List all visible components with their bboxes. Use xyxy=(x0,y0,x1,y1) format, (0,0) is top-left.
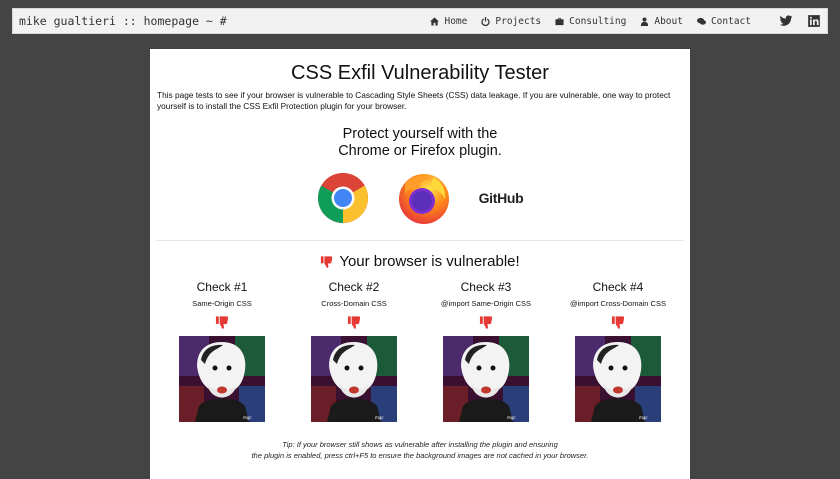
github-label: GitHub xyxy=(478,190,524,206)
navbar: mike gualtieri :: homepage ~ # Home Proj… xyxy=(12,8,828,34)
status-text: Your browser is vulnerable! xyxy=(339,253,520,270)
thumbs-down-icon xyxy=(215,316,228,329)
vulnerability-status: Your browser is vulnerable! xyxy=(156,253,684,270)
firefox-plugin-link[interactable] xyxy=(397,171,451,225)
check-title: Check #2 xyxy=(328,280,380,294)
intro-text: This page tests to see if your browser i… xyxy=(157,90,671,111)
nav-about-label: About xyxy=(654,15,683,27)
user-icon xyxy=(641,16,649,26)
thumbs-down-icon xyxy=(347,316,360,329)
home-icon xyxy=(430,16,440,26)
check-title: Check #4 xyxy=(592,280,644,294)
plugin-links: GitHub xyxy=(156,170,684,226)
nav-projects[interactable]: Projects xyxy=(481,16,541,27)
thumbs-down-icon xyxy=(321,255,333,268)
svg-text:mgc: mgc xyxy=(507,415,516,420)
protect-line-1: Protect yourself with the xyxy=(342,126,498,142)
nav-home[interactable]: Home xyxy=(430,16,467,27)
site-brand[interactable]: mike gualtieri :: homepage ~ # xyxy=(19,14,227,28)
tip-text: Tip: If your browser still shows as vuln… xyxy=(156,440,684,461)
check-subtitle: Same-Origin CSS xyxy=(192,299,252,308)
linkedin-icon[interactable] xyxy=(807,14,821,28)
nav-consulting[interactable]: Consulting xyxy=(555,16,626,27)
twitter-icon[interactable] xyxy=(779,14,793,28)
power-icon xyxy=(481,16,490,26)
github-link[interactable]: GitHub xyxy=(479,190,524,206)
nav-menu: Home Projects Consulting About Contact xyxy=(430,9,827,33)
svg-text:mgc: mgc xyxy=(243,415,252,420)
tip-line-2: the plugin is enabled, press ctrl+F5 to … xyxy=(251,450,589,460)
check-item: Check #4 @import Cross-Domain CSS mgc xyxy=(552,280,684,422)
thumbs-down-icon xyxy=(611,316,624,329)
check-title: Check #1 xyxy=(196,280,248,294)
nav-about[interactable]: About xyxy=(640,16,683,27)
tip-line-1: Tip: If your browser still shows as vuln… xyxy=(282,440,558,449)
svg-text:mgc: mgc xyxy=(639,415,648,420)
checks-row: Check #1 Same-Origin CSS mgc Check #2 Cr… xyxy=(156,280,684,422)
svg-text:mgc: mgc xyxy=(375,415,384,420)
portrait-image: mgc xyxy=(575,336,661,422)
check-item: Check #1 Same-Origin CSS mgc xyxy=(156,280,288,422)
check-title: Check #3 xyxy=(460,280,512,294)
briefcase-icon xyxy=(555,17,564,25)
portrait-image: mgc xyxy=(179,336,265,422)
main-card: CSS Exfil Vulnerability Tester This page… xyxy=(150,49,690,479)
nav-contact-label: Contact xyxy=(710,15,751,27)
nav-home-label: Home xyxy=(444,15,468,27)
portrait-image: mgc xyxy=(443,336,529,422)
nav-contact[interactable]: Contact xyxy=(696,15,751,27)
check-subtitle: @import Same-Origin CSS xyxy=(440,299,532,308)
page-title: CSS Exfil Vulnerability Tester xyxy=(291,62,549,84)
check-subtitle: @import Cross-Domain CSS xyxy=(570,299,666,308)
portrait-image: mgc xyxy=(311,336,397,422)
nav-consulting-label: Consulting xyxy=(569,15,627,27)
nav-projects-label: Projects xyxy=(495,15,542,27)
check-item: Check #2 Cross-Domain CSS mgc xyxy=(288,280,420,422)
divider xyxy=(156,240,684,241)
check-subtitle: Cross-Domain CSS xyxy=(321,299,387,308)
social-links xyxy=(765,14,821,28)
thumbs-down-icon xyxy=(479,316,492,329)
firefox-icon xyxy=(398,174,449,224)
protect-heading: Protect yourself with the Chrome or Fire… xyxy=(156,126,684,160)
chrome-icon xyxy=(317,173,368,223)
chrome-plugin-link[interactable] xyxy=(317,172,369,224)
check-item: Check #3 @import Same-Origin CSS mgc xyxy=(420,280,552,422)
protect-line-2: Chrome or Firefox plugin. xyxy=(338,143,502,159)
comments-icon xyxy=(696,17,706,25)
